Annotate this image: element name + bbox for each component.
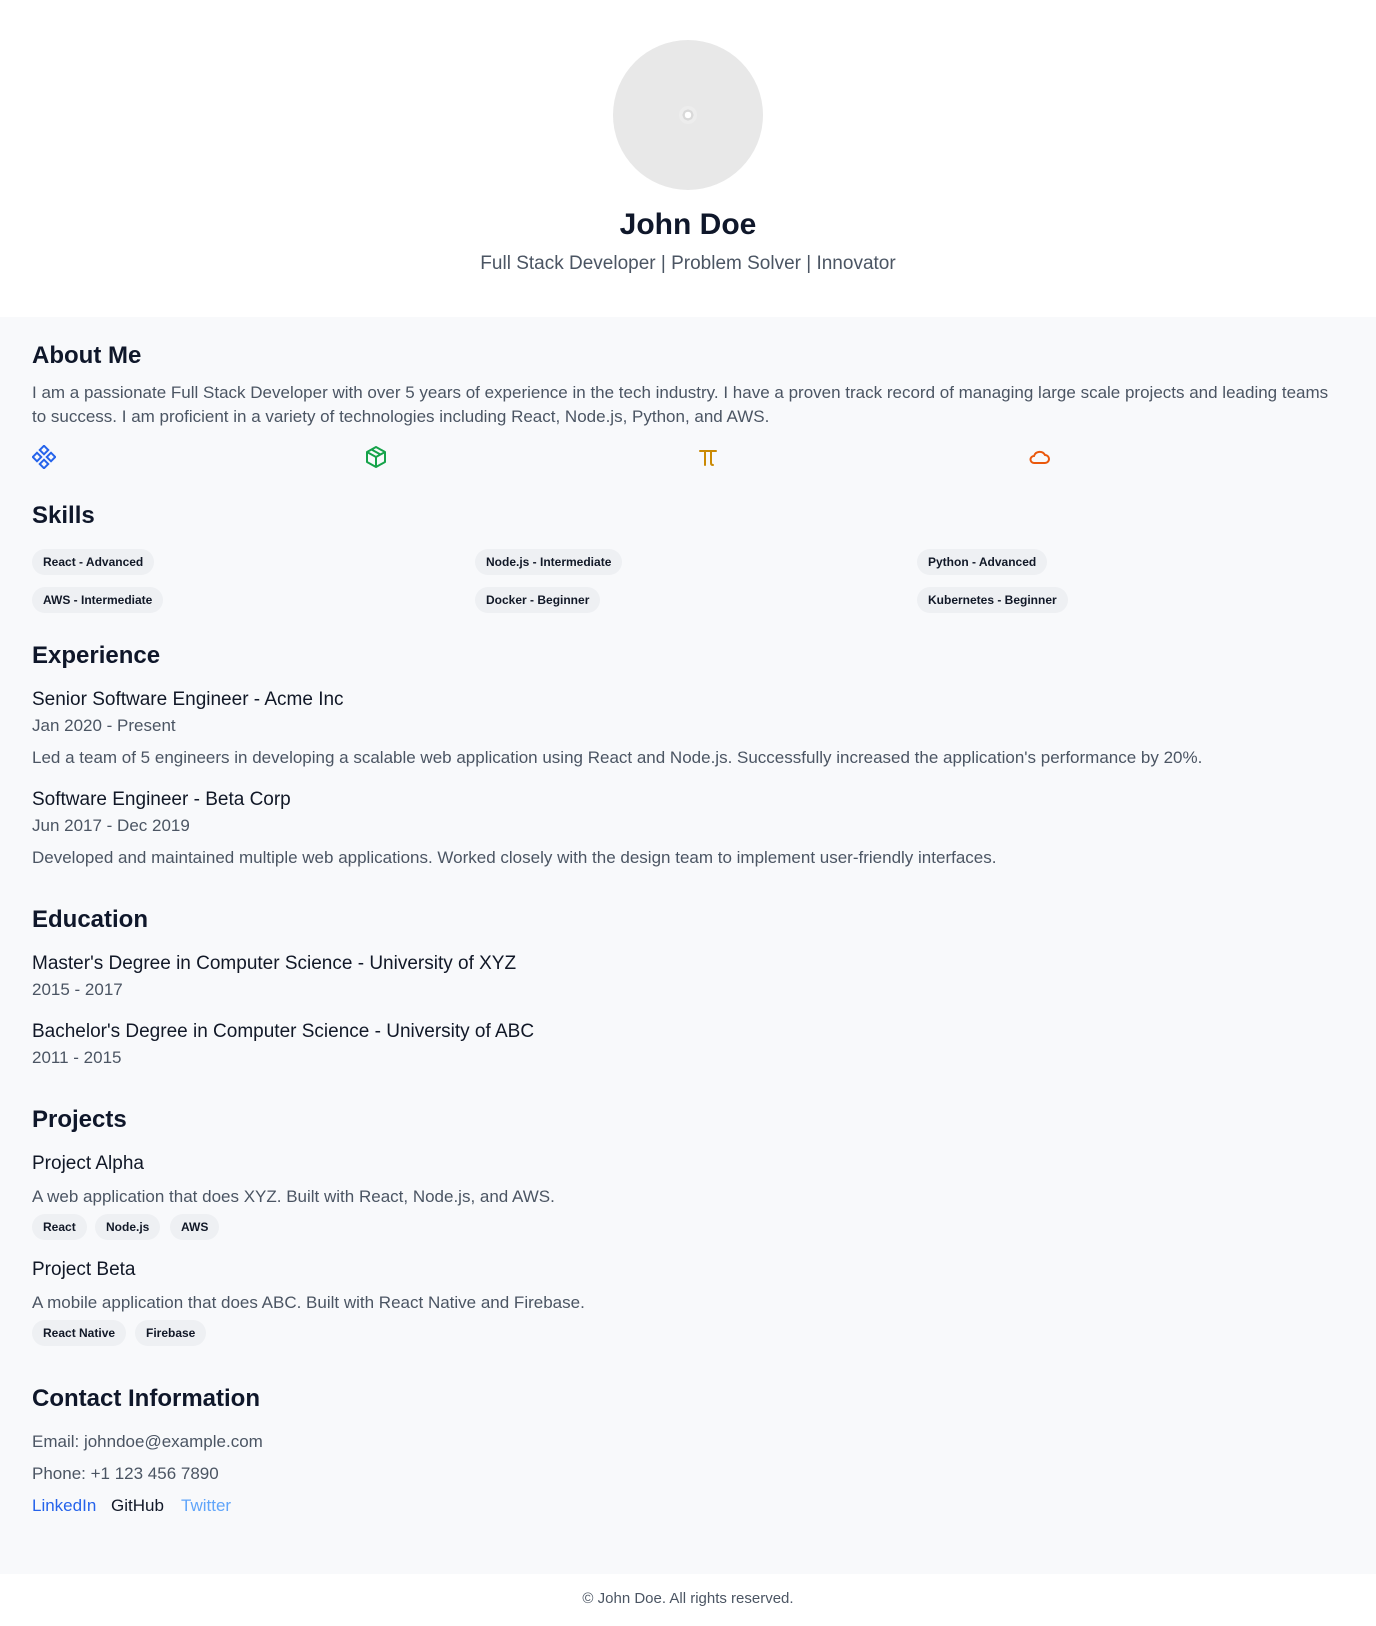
project-description: A web application that does XYZ. Built w… bbox=[32, 1187, 555, 1206]
about-text-line-1: I am a passionate Full Stack Developer w… bbox=[32, 383, 1329, 402]
education-heading: Education bbox=[32, 906, 149, 933]
profile-tagline: Full Stack Developer | Problem Solver | … bbox=[480, 253, 896, 274]
skill-chip: Node.js - Intermediate bbox=[475, 549, 623, 575]
experience-description: Developed and maintained multiple web ap… bbox=[32, 848, 997, 867]
experience-title: Senior Software Engineer - Acme Inc bbox=[32, 689, 344, 710]
education-dates: 2015 - 2017 bbox=[32, 980, 123, 999]
avatar-loading-icon bbox=[679, 106, 697, 124]
python-icon bbox=[699, 450, 717, 466]
main-content: About Me I am a passionate Full Stack De… bbox=[0, 317, 1376, 1574]
contact-email: Email: johndoe@example.com bbox=[32, 1432, 263, 1451]
projects-heading: Projects bbox=[32, 1106, 127, 1133]
about-text-line-2: to success. I am proficient in a variety… bbox=[32, 407, 770, 426]
react-icon bbox=[32, 445, 56, 469]
project-tag: Firebase bbox=[135, 1320, 207, 1346]
skill-chip: React - Advanced bbox=[32, 549, 155, 575]
nodejs-icon bbox=[366, 446, 386, 468]
project-description: A mobile application that does ABC. Buil… bbox=[32, 1293, 585, 1312]
project-tag: React bbox=[32, 1214, 87, 1240]
github-link[interactable]: GitHub bbox=[111, 1494, 164, 1518]
about-heading: About Me bbox=[32, 342, 142, 369]
page: John Doe Full Stack Developer | Problem … bbox=[0, 0, 1376, 1626]
skill-chip: Kubernetes - Beginner bbox=[917, 587, 1068, 613]
experience-title: Software Engineer - Beta Corp bbox=[32, 789, 291, 810]
hero-header: John Doe Full Stack Developer | Problem … bbox=[0, 0, 1376, 317]
twitter-link[interactable]: Twitter bbox=[181, 1494, 231, 1518]
experience-description: Led a team of 5 engineers in developing … bbox=[32, 748, 1203, 767]
education-title: Master's Degree in Computer Science - Un… bbox=[32, 953, 517, 974]
contact-phone: Phone: +1 123 456 7890 bbox=[32, 1464, 219, 1483]
aws-icon bbox=[1029, 450, 1050, 464]
avatar bbox=[613, 40, 763, 190]
experience-dates: Jan 2020 - Present bbox=[32, 716, 176, 735]
skill-chip: Docker - Beginner bbox=[475, 587, 601, 613]
profile-name: John Doe bbox=[619, 208, 757, 241]
education-title: Bachelor's Degree in Computer Science - … bbox=[32, 1021, 535, 1042]
footer-copyright: © John Doe. All rights reserved. bbox=[582, 1590, 794, 1607]
contact-heading: Contact Information bbox=[32, 1385, 260, 1412]
project-tag: React Native bbox=[32, 1320, 127, 1346]
skills-heading: Skills bbox=[32, 502, 95, 529]
skill-chip: Python - Advanced bbox=[917, 549, 1048, 575]
project-title: Project Beta bbox=[32, 1259, 136, 1280]
skill-chip: AWS - Intermediate bbox=[32, 587, 164, 613]
education-dates: 2011 - 2015 bbox=[32, 1048, 122, 1067]
experience-heading: Experience bbox=[32, 642, 161, 669]
project-tag: AWS bbox=[170, 1214, 220, 1240]
experience-dates: Jun 2017 - Dec 2019 bbox=[32, 816, 190, 835]
project-tag: Node.js bbox=[95, 1214, 161, 1240]
footer: © John Doe. All rights reserved. bbox=[0, 1574, 1376, 1626]
project-title: Project Alpha bbox=[32, 1153, 144, 1174]
linkedin-link[interactable]: LinkedIn bbox=[32, 1494, 96, 1518]
